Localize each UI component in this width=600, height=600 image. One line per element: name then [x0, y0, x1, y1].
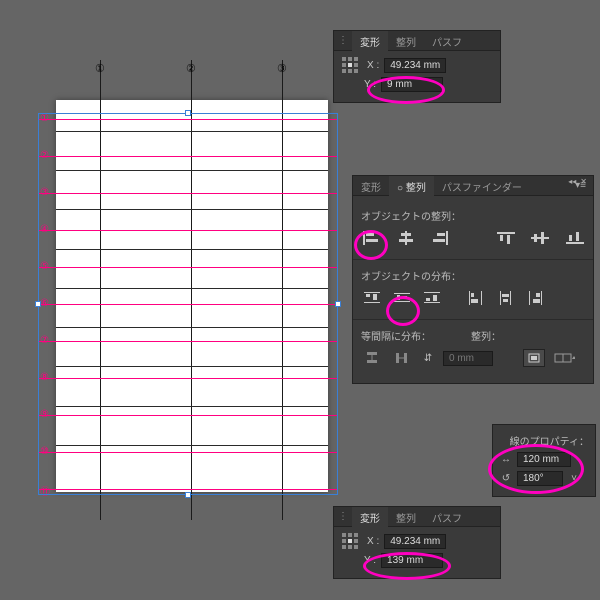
dist-left-icon[interactable]: [465, 289, 487, 307]
guide-number: ③: [277, 62, 287, 75]
selection-bounds: [38, 113, 338, 495]
align-left-icon[interactable]: [361, 229, 382, 247]
tab-align[interactable]: 整列: [388, 31, 424, 51]
align-top-icon[interactable]: [495, 229, 516, 247]
transform-panel-top: ⋮ 変形 整列 パスフ X : 49.234 mm Y : 9 mm: [333, 30, 501, 103]
angle-icon: ↺: [499, 473, 513, 485]
x-label: X :: [367, 60, 379, 71]
align-to-label: 整列：: [471, 328, 501, 343]
dist-hcenter-icon[interactable]: [495, 289, 517, 307]
handle-right-icon[interactable]: [335, 301, 341, 307]
distribute-spacing-label: 等間隔に分布：: [361, 328, 431, 343]
guide-number: ①: [95, 62, 105, 75]
stroke-width-input[interactable]: 120 mm: [517, 452, 571, 467]
tab-transform[interactable]: 変形: [352, 507, 388, 527]
handle-bottom-icon[interactable]: [185, 492, 191, 498]
dist-vspace-icon[interactable]: [361, 349, 383, 367]
dropdown-icon[interactable]: ˅: [567, 473, 581, 485]
tab-transform[interactable]: 変形: [352, 31, 388, 51]
align-vcenter-icon[interactable]: [530, 229, 551, 247]
handle-top-icon[interactable]: [185, 110, 191, 116]
y-label: Y :: [364, 555, 376, 566]
align-to-selection-icon[interactable]: [523, 349, 545, 367]
expand-icon[interactable]: ◂◂: [568, 177, 576, 186]
close-icon[interactable]: ✕: [580, 177, 587, 186]
y-label: Y :: [364, 79, 376, 90]
align-bottom-icon[interactable]: [564, 229, 585, 247]
tab-pathfinder[interactable]: パスフ: [424, 507, 470, 527]
reference-point-icon[interactable]: [342, 57, 358, 73]
align-objects-label: オブジェクトの整列：: [361, 208, 585, 223]
x-input[interactable]: 49.234 mm: [384, 534, 446, 549]
tab-pathfinder[interactable]: パスファインダー: [434, 176, 530, 196]
tab-transform[interactable]: 変形: [353, 176, 389, 196]
align-to-dropdown-icon[interactable]: [553, 349, 575, 367]
panel-drag-icon[interactable]: ⋮: [334, 511, 352, 522]
dist-vcenter-icon[interactable]: [391, 289, 413, 307]
dist-top-icon[interactable]: [361, 289, 383, 307]
tab-pathfinder[interactable]: パスフ: [424, 31, 470, 51]
width-icon: ↔: [499, 454, 513, 466]
x-label: X :: [367, 536, 379, 547]
align-panel: ◂◂✕ 変形 ○ 整列 パスファインダー ▾≡ オブジェクトの整列： オブジェク…: [352, 175, 594, 384]
stroke-prop-label: 線のプロパティ：: [499, 433, 589, 448]
distribute-objects-label: オブジェクトの分布：: [361, 268, 585, 283]
spacing-input[interactable]: 0 mm: [443, 351, 493, 366]
dist-bottom-icon[interactable]: [421, 289, 443, 307]
transform-panel-bottom: ⋮ 変形 整列 パスフ X : 49.234 mm Y : 139 mm: [333, 506, 501, 579]
guide-number: ②: [186, 62, 196, 75]
dist-right-icon[interactable]: [525, 289, 547, 307]
y-input[interactable]: 9 mm: [381, 77, 443, 92]
dist-hspace-icon[interactable]: [391, 349, 413, 367]
stroke-panel: 線のプロパティ： ↔ 120 mm ↺ 180° ˅: [492, 424, 596, 497]
reference-point-icon[interactable]: [342, 533, 358, 549]
align-hcenter-icon[interactable]: [396, 229, 417, 247]
stepper-icon[interactable]: ⇵: [421, 352, 435, 364]
y-input[interactable]: 139 mm: [381, 553, 443, 568]
tab-align[interactable]: ○ 整列: [389, 176, 434, 196]
panel-drag-icon[interactable]: ⋮: [334, 35, 352, 46]
align-right-icon[interactable]: [430, 229, 451, 247]
x-input[interactable]: 49.234 mm: [384, 58, 446, 73]
tab-align[interactable]: 整列: [388, 507, 424, 527]
handle-left-icon[interactable]: [35, 301, 41, 307]
stroke-angle-input[interactable]: 180°: [517, 471, 563, 486]
